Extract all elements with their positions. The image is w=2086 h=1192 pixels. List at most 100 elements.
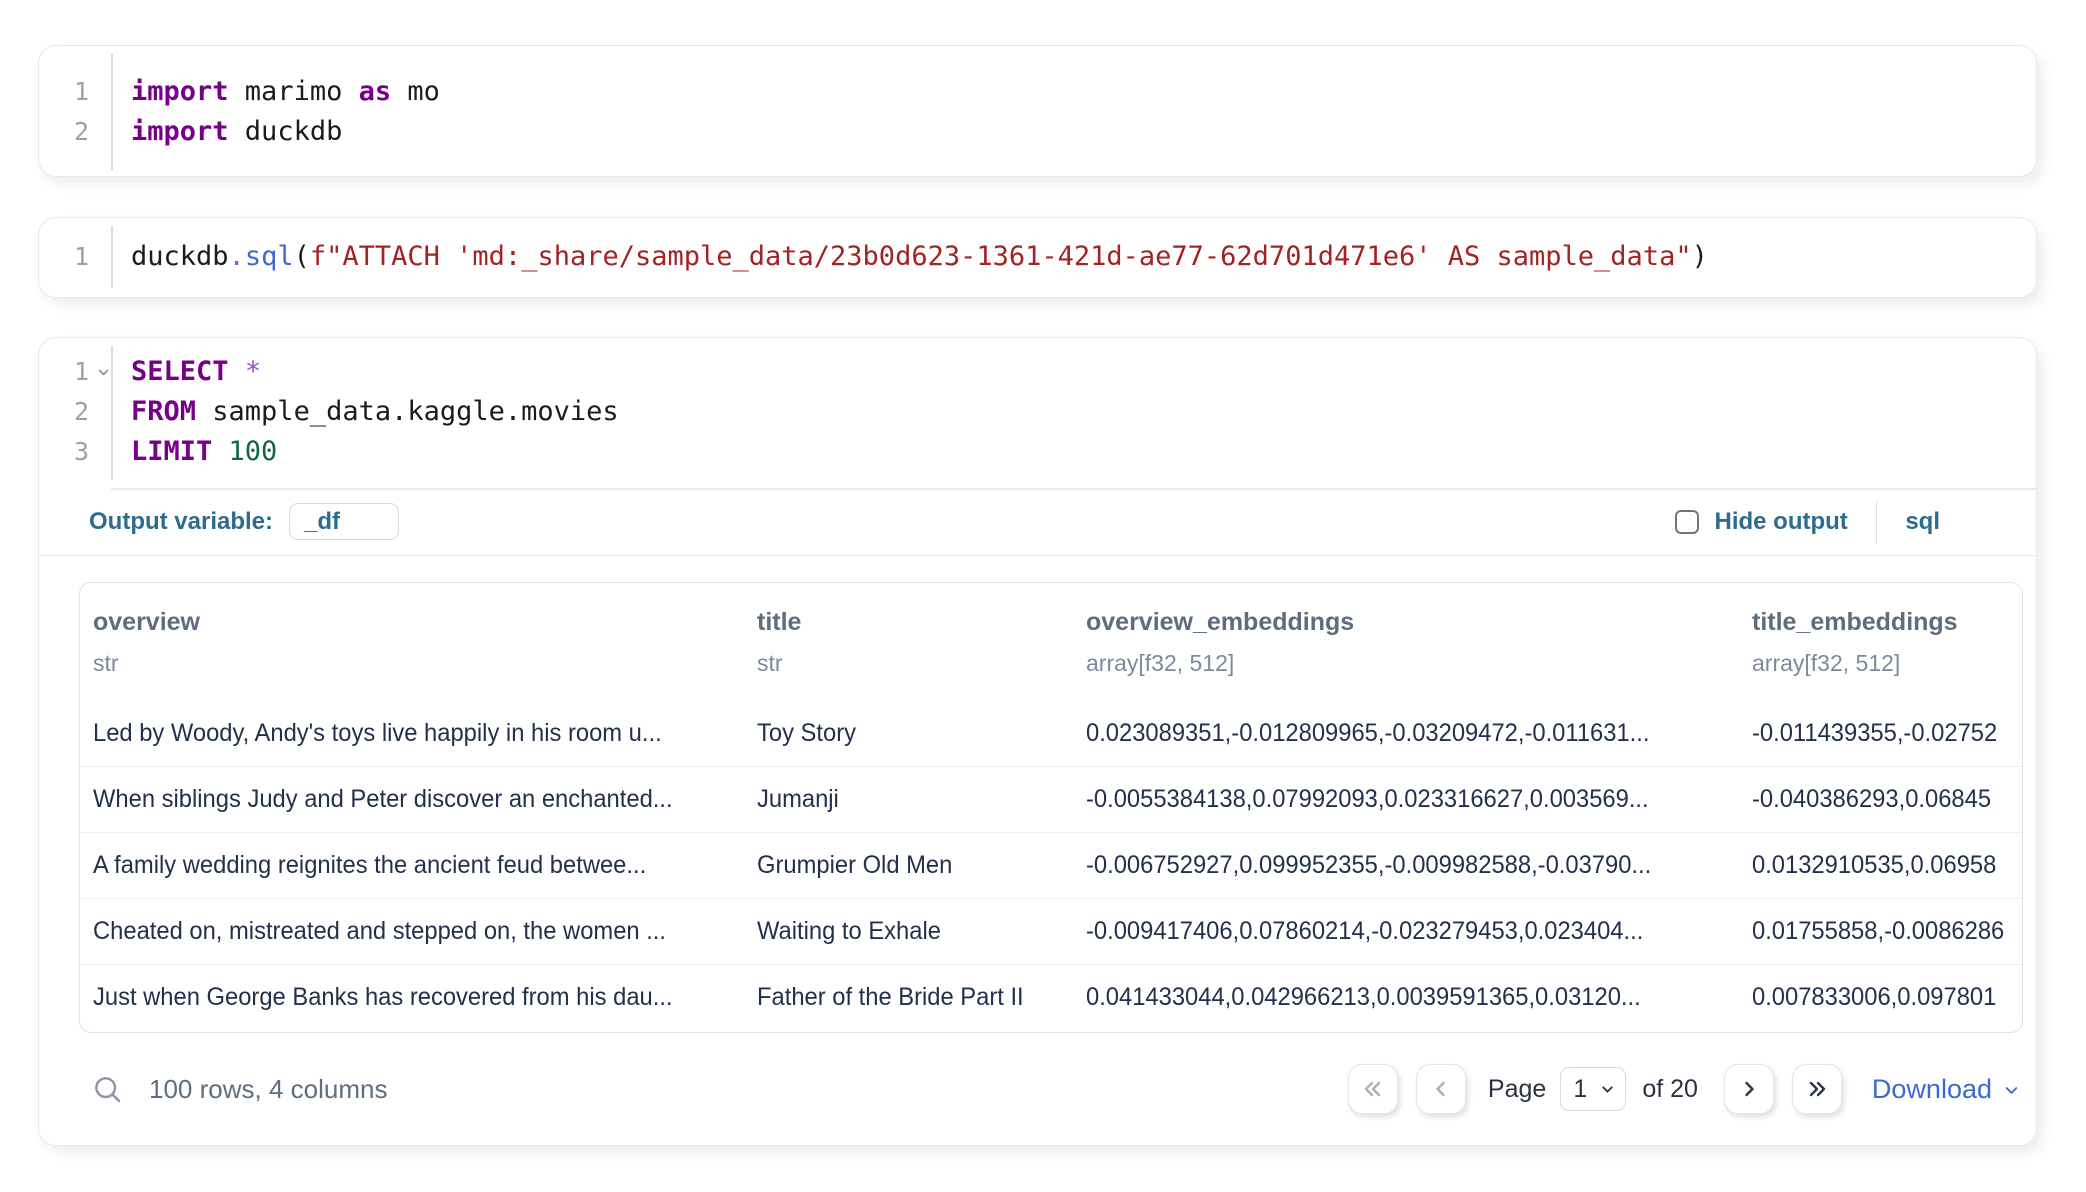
table-cell: Led by Woody, Andy's toys live happily i…: [93, 719, 757, 748]
first-page-button[interactable]: [1348, 1064, 1398, 1114]
line-number: 2: [39, 392, 111, 432]
table-row[interactable]: Cheated on, mistreated and stepped on, t…: [80, 898, 2022, 964]
table-cell: Grumpier Old Men: [757, 851, 1086, 880]
code-line: 2 import duckdb: [39, 112, 2036, 152]
hide-output-label: Hide output: [1715, 508, 1848, 536]
table-cell: 0.01755858,-0.0086286: [1752, 917, 2022, 946]
column-name: title: [757, 608, 1086, 637]
code-token: "ATTACH 'md:_share/sample_data/23b0d623-…: [326, 241, 1691, 272]
column-name: title_embeddings: [1752, 608, 2022, 637]
column-header-title-embeddings[interactable]: title_embeddings array[f32, 512]: [1752, 608, 2022, 700]
last-page-button[interactable]: [1792, 1064, 1842, 1114]
code-text[interactable]: LIMIT 100: [111, 432, 277, 472]
page-select[interactable]: 1: [1560, 1067, 1626, 1111]
code-token: .: [229, 241, 245, 272]
table-cell: 0.041433044,0.042966213,0.0039591365,0.0…: [1086, 983, 1752, 1012]
column-type: array[f32, 512]: [1752, 650, 2022, 677]
chevron-left-icon: [1429, 1077, 1453, 1101]
code-token: mo: [391, 76, 440, 107]
chevron-down-icon: [2002, 1081, 2021, 1100]
code-token: *: [245, 356, 261, 387]
code-text[interactable]: import duckdb: [111, 112, 342, 152]
code-text[interactable]: duckdb.sql(f"ATTACH 'md:_share/sample_da…: [111, 237, 1708, 277]
code-token: LIMIT: [131, 436, 212, 467]
table-header-row: overview str title str overview_embeddin…: [80, 583, 2022, 700]
column-header-overview[interactable]: overview str: [93, 608, 757, 700]
code-token: import: [131, 76, 229, 107]
code-token: SELECT: [131, 356, 229, 387]
result-table: overview str title str overview_embeddin…: [79, 582, 2023, 1033]
code-text[interactable]: import marimo as mo: [111, 72, 440, 112]
download-button[interactable]: Download: [1872, 1074, 2021, 1105]
table-cell: 0.007833006,0.097801: [1752, 983, 2022, 1012]
table-row[interactable]: When siblings Judy and Peter discover an…: [80, 766, 2022, 832]
table-cell: Toy Story: [757, 719, 1086, 748]
toolbar-divider: [1876, 501, 1878, 543]
next-page-button[interactable]: [1724, 1064, 1774, 1114]
page-select-value: 1: [1573, 1075, 1587, 1104]
code-token: ): [1692, 241, 1708, 272]
table-row[interactable]: Just when George Banks has recovered fro…: [80, 964, 2022, 1030]
code-token: import: [131, 116, 229, 147]
output-variable-input[interactable]: _df: [289, 503, 399, 540]
search-icon[interactable]: [91, 1073, 123, 1105]
column-name: overview_embeddings: [1086, 608, 1752, 637]
column-type: str: [757, 650, 1086, 677]
column-header-title[interactable]: title str: [757, 608, 1086, 700]
sql-cell-toolbar: Output variable: _df Hide output sql: [39, 488, 2036, 556]
download-label: Download: [1872, 1074, 1992, 1105]
code-token: FROM: [131, 396, 196, 427]
table-cell: Waiting to Exhale: [757, 917, 1086, 946]
table-cell: -0.011439355,-0.02752: [1752, 719, 2022, 748]
code-cell-imports: 1 import marimo as mo 2 import duckdb: [38, 45, 2037, 177]
sql-cell: 1 SELECT * 2 FROM sample_data.kaggle.mov…: [38, 337, 2037, 1146]
code-editor[interactable]: 1 import marimo as mo 2 import duckdb: [39, 46, 2036, 178]
table-row[interactable]: Led by Woody, Andy's toys live happily i…: [80, 700, 2022, 766]
line-number: 1: [39, 352, 111, 392]
line-number: 2: [39, 112, 111, 152]
table-cell: -0.040386293,0.06845: [1752, 785, 2022, 814]
code-cell-attach: 1 duckdb.sql(f"ATTACH 'md:_share/sample_…: [38, 217, 2037, 298]
table-footer: 100 rows, 4 columns Page 1 of 20 Downloa…: [79, 1033, 2021, 1145]
line-number: 1: [39, 72, 111, 112]
chevron-right-icon: [1737, 1077, 1761, 1101]
code-line: 3 LIMIT 100: [39, 432, 2036, 472]
column-type: str: [93, 650, 757, 677]
hide-output-checkbox[interactable]: [1675, 510, 1699, 534]
code-line: 2 FROM sample_data.kaggle.movies: [39, 392, 2036, 432]
table-cell: Cheated on, mistreated and stepped on, t…: [93, 917, 757, 946]
pagination: Page 1 of 20 Download: [1348, 1064, 2021, 1114]
code-editor[interactable]: 1 duckdb.sql(f"ATTACH 'md:_share/sample_…: [39, 218, 2036, 296]
fold-chevron-down-icon[interactable]: [96, 365, 111, 380]
table-cell: 0.023089351,-0.012809965,-0.03209472,-0.…: [1086, 719, 1752, 748]
table-row[interactable]: A family wedding reignites the ancient f…: [80, 832, 2022, 898]
column-header-overview-embeddings[interactable]: overview_embeddings array[f32, 512]: [1086, 608, 1752, 700]
column-type: array[f32, 512]: [1086, 650, 1752, 677]
code-token: as: [359, 76, 392, 107]
output-variable-label: Output variable:: [89, 508, 273, 536]
code-token: f: [310, 241, 326, 272]
previous-page-button[interactable]: [1416, 1064, 1466, 1114]
chevron-down-icon: [1599, 1081, 1616, 1098]
code-token: duckdb: [229, 116, 343, 147]
code-line: 1 SELECT *: [39, 352, 2036, 392]
language-badge: sql: [1905, 508, 1940, 536]
column-name: overview: [93, 608, 757, 637]
code-token: duckdb: [131, 241, 229, 272]
page-label: Page: [1488, 1075, 1546, 1104]
code-editor[interactable]: 1 SELECT * 2 FROM sample_data.kaggle.mov…: [39, 338, 2036, 488]
code-token: (: [294, 241, 310, 272]
code-token: [212, 436, 228, 467]
table-cell: A family wedding reignites the ancient f…: [93, 851, 757, 880]
row-count-summary: 100 rows, 4 columns: [149, 1074, 387, 1105]
table-cell: -0.006752927,0.099952355,-0.009982588,-0…: [1086, 851, 1752, 880]
line-number: 1: [39, 237, 111, 277]
code-line: 1 import marimo as mo: [39, 72, 2036, 112]
table-cell: Jumanji: [757, 785, 1086, 814]
code-text[interactable]: FROM sample_data.kaggle.movies: [111, 392, 619, 432]
code-token: sample_data.kaggle.movies: [196, 396, 619, 427]
chevrons-right-icon: [1805, 1077, 1829, 1101]
code-token: sql: [245, 241, 294, 272]
code-text[interactable]: SELECT *: [111, 352, 261, 392]
code-token: marimo: [229, 76, 359, 107]
